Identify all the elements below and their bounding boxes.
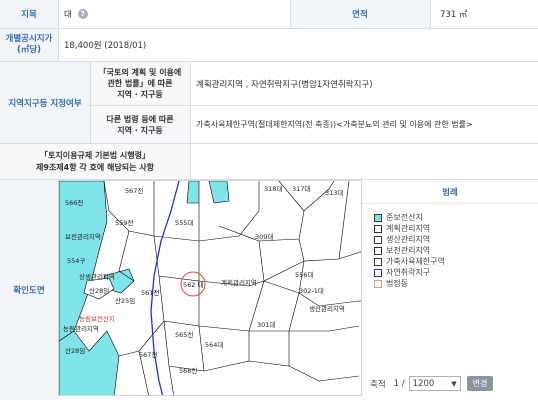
jimok-value-cell: 대 ? <box>58 0 290 29</box>
law2-value: 가축사육제한구역(절대제한지역(전 축종))<가축분뇨의 관리 및 이용에 관한… <box>190 106 538 144</box>
legend-label: 생산관리지역 <box>386 235 431 244</box>
map-label: 확인도면 <box>0 180 58 400</box>
parcel-label: 556대 <box>295 271 313 279</box>
parcel-label: 계획관리지역 <box>221 278 257 287</box>
legend-swatch <box>374 213 382 222</box>
parcel-label: 301대 <box>257 321 275 329</box>
legend-swatch <box>374 235 382 244</box>
legend-swatch <box>374 279 382 288</box>
legend-swatch <box>374 246 382 255</box>
law1-value: 계획관리지역 , 자연취락지구(병암1자연취락지구) <box>190 62 538 106</box>
chevron-down-icon: ▼ <box>451 379 457 388</box>
parcel-label: 산28임 <box>65 346 85 355</box>
parcel-label: 555대 <box>175 219 193 227</box>
parcel-label: 564대 <box>205 341 223 349</box>
parcel-label: 317대 <box>292 185 310 193</box>
confirmation-map[interactable]: 567전 566전 559전 555대 318대 317대 313대 보전관리지… <box>58 180 362 396</box>
legend-label: 계획관리지역 <box>386 224 431 233</box>
parcel-label: 산28임 <box>89 286 109 295</box>
parcel-label: 568전 <box>179 366 197 375</box>
scale-select-value: 1200 <box>412 378 435 389</box>
legend-item: 준보전산지 <box>374 212 423 223</box>
parcel-label: 562 대 <box>183 281 203 289</box>
parcel-label: 생산관리지역 <box>309 304 345 313</box>
parcel-label: 554구 <box>67 257 85 265</box>
forest-area-n <box>186 181 200 204</box>
law2-label: 다른 법령 등에 따른 지역 · 지구등 <box>90 106 190 144</box>
parcel-label: 567전 <box>125 186 143 195</box>
legend-label: 법정동 <box>386 279 409 288</box>
scale-prefix: 1 / <box>393 378 405 389</box>
area-label: 면적 <box>290 0 430 29</box>
parcel-label: 565전 <box>175 330 193 339</box>
price-value: 18,400원 (2018/01) <box>58 29 538 62</box>
parcel-label: 567전 <box>139 350 157 359</box>
legend-swatch <box>374 257 382 266</box>
parcel-label: 566전 <box>65 198 83 207</box>
zoning-label: 지역지구등 지정여부 <box>0 62 90 144</box>
parcel-label: 309대 <box>255 233 273 241</box>
legend-label: 준보전산지 <box>386 213 423 222</box>
legend-swatch <box>374 268 382 277</box>
legend-label: 자연취락지구 <box>386 268 431 277</box>
legend-item: 계획관리지역 <box>374 223 430 234</box>
scale-select[interactable]: 1200 ▼ <box>408 376 461 391</box>
legend-item: 법정동 <box>374 278 408 289</box>
change-scale-button[interactable]: 변경 <box>466 376 494 391</box>
parcel-label: 농림보전산지 <box>79 314 115 323</box>
parcel-label: 318대 <box>264 185 282 193</box>
jimok-label: 지목 <box>0 0 58 29</box>
parcel-label: 상생관리지역 <box>79 272 115 281</box>
area-value: 731 ㎡ <box>430 0 538 29</box>
scale-control: 축적 1 / 1200 ▼ 변경 <box>370 376 494 391</box>
legend-title: 범례 <box>362 180 538 204</box>
legend-label: 보전관리지역 <box>386 246 431 255</box>
help-icon[interactable]: ? <box>77 9 88 19</box>
legend-item: 보전관리지역 <box>374 245 430 256</box>
parcel-label: 302-1대 <box>299 287 324 295</box>
law1-label: 「국토의 계획 및 이용에 관한 법률」에 따른 지역 · 지구등 <box>90 62 190 106</box>
parcel-map-svg[interactable]: 567전 566전 559전 555대 318대 317대 313대 보전관리지… <box>59 181 362 396</box>
price-label: 개별공시지가 (㎡당) <box>0 29 58 62</box>
legend-item: 가축사육제한구역 <box>374 256 445 267</box>
legend-panel: 범례 준보전산지 계획관리지역 생산관리지역 보전관리지역 가축사육제한구역 자… <box>362 180 538 400</box>
parcel-label: 559전 <box>115 218 133 227</box>
jimok-value: 대 <box>64 10 72 20</box>
parcel-label: 313대 <box>325 189 343 197</box>
legend-item: 생산관리지역 <box>374 234 430 245</box>
scale-label: 축적 <box>370 379 386 390</box>
parcel-label: 보전관리지역 <box>65 232 101 241</box>
legend-label: 가축사육제한구역 <box>386 257 445 266</box>
decree-label: 「토지이용규제 기본법 시행령」 제9조제4항 각 호에 해당되는 사항 <box>0 144 190 180</box>
parcel-label: 농림관리지역 <box>63 324 99 333</box>
legend-item: 자연취락지구 <box>374 267 430 278</box>
parcel-label: 산25임 <box>115 296 135 305</box>
legend-swatch <box>374 224 382 233</box>
parcel-label: 561전 <box>141 288 159 297</box>
decree-value <box>190 144 538 180</box>
